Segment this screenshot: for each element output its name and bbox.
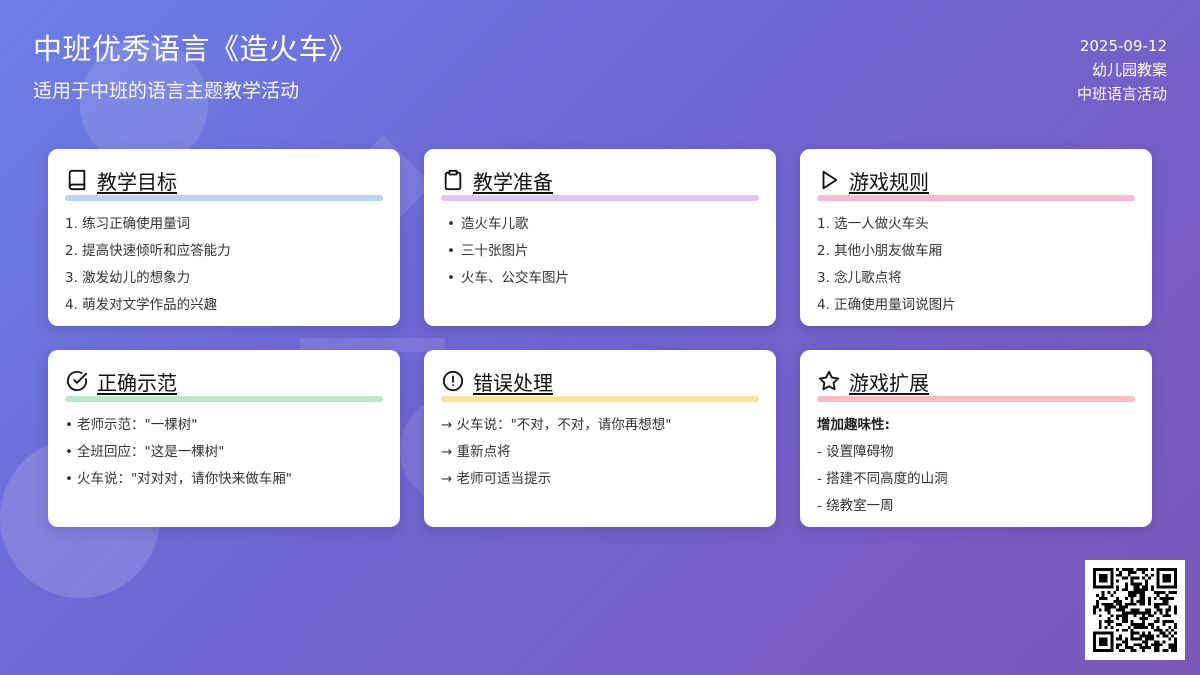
header: 中班优秀语言《造火车》 适用于中班的语言主题教学活动	[33, 30, 358, 104]
check-circle-icon	[65, 369, 89, 393]
header-meta: 2025-09-12 幼儿园教案 中班语言活动	[1077, 34, 1167, 106]
card-correct: 正确示范 老师示范："一棵树" 全班回应："这是一棵树" 火车说："对对对，请你…	[48, 350, 400, 527]
accent-bar	[65, 195, 383, 201]
page-subtitle: 适用于中班的语言主题教学活动	[33, 80, 300, 102]
list-heading: 增加趣味性:	[817, 417, 890, 433]
category-label: 幼儿园教案	[1091, 61, 1167, 79]
card-errors: 错误处理 → 火车说："不对，不对，请你再想想" → 重新点将 → 老师可适当提…	[424, 350, 776, 527]
card-objective: 教学目标 1. 练习正确使用量词 2. 提高快速倾听和应答能力 3. 激发幼儿的…	[48, 149, 400, 326]
list-item: → 重新点将	[441, 444, 511, 460]
book-icon	[65, 168, 89, 192]
accent-bar	[441, 195, 759, 201]
accent-bar	[817, 396, 1135, 402]
list-item: 4. 正确使用量词说图片	[817, 297, 956, 313]
accent-bar	[441, 396, 759, 402]
clipboard-icon	[441, 168, 465, 192]
list-item: 1. 选一人做火车头	[817, 216, 929, 232]
card-title: 游戏扩展	[849, 370, 929, 395]
list-item: - 绕教室一周	[817, 498, 894, 514]
card-title: 游戏规则	[849, 169, 929, 194]
star-icon	[817, 369, 841, 393]
list-item: 火车说："对对对，请你快来做车厢"	[65, 466, 383, 493]
item-list: 老师示范："一棵树" 全班回应："这是一棵树" 火车说："对对对，请你快来做车厢…	[65, 412, 383, 493]
date-label: 2025-09-12	[1079, 37, 1167, 55]
tag-label: 中班语言活动	[1076, 85, 1167, 103]
list-item: 老师示范："一棵树"	[65, 412, 383, 439]
card-title: 教学准备	[473, 169, 553, 194]
card-title: 教学目标	[97, 169, 177, 194]
item-list: 1. 选一人做火车头 2. 其他小朋友做车厢 3. 念儿歌点将 4. 正确使用量…	[817, 211, 1135, 319]
qr-code	[1085, 560, 1185, 660]
item-list: → 火车说："不对，不对，请你再想想" → 重新点将 → 老师可适当提示	[441, 412, 759, 493]
accent-bar	[817, 195, 1135, 201]
card-rules: 游戏规则 1. 选一人做火车头 2. 其他小朋友做车厢 3. 念儿歌点将 4. …	[800, 149, 1152, 326]
list-item: - 搭建不同高度的山洞	[817, 471, 948, 487]
page-title: 中班优秀语言《造火车》	[33, 32, 358, 66]
list-item: 3. 念儿歌点将	[817, 270, 902, 286]
list-item: 三十张图片	[441, 238, 759, 265]
list-item: 火车、公交车图片	[441, 265, 759, 292]
list-item: 造火车儿歌	[441, 211, 759, 238]
list-item: 2. 提高快速倾听和应答能力	[65, 243, 231, 259]
list-item: 3. 激发幼儿的想象力	[65, 270, 191, 286]
list-item: - 设置障碍物	[817, 444, 894, 460]
item-list: 增加趣味性: - 设置障碍物 - 搭建不同高度的山洞 - 绕教室一周	[817, 412, 1135, 520]
play-icon	[817, 168, 841, 192]
accent-bar	[65, 396, 383, 402]
list-item: 2. 其他小朋友做车厢	[817, 243, 943, 259]
card-title: 正确示范	[97, 370, 177, 395]
list-item: 4. 萌发对文学作品的兴趣	[65, 297, 218, 313]
item-list: 造火车儿歌 三十张图片 火车、公交车图片	[441, 211, 759, 292]
card-title: 错误处理	[473, 370, 553, 395]
list-item: → 老师可适当提示	[441, 471, 552, 487]
alert-circle-icon	[441, 369, 465, 393]
list-item: 1. 练习正确使用量词	[65, 216, 191, 232]
list-item: → 火车说："不对，不对，请你再想想"	[441, 417, 672, 433]
card-prep: 教学准备 造火车儿歌 三十张图片 火车、公交车图片	[424, 149, 776, 326]
card-extension: 游戏扩展 增加趣味性: - 设置障碍物 - 搭建不同高度的山洞 - 绕教室一周	[800, 350, 1152, 527]
list-item: 全班回应："这是一棵树"	[65, 439, 383, 466]
item-list: 1. 练习正确使用量词 2. 提高快速倾听和应答能力 3. 激发幼儿的想象力 4…	[65, 211, 383, 319]
